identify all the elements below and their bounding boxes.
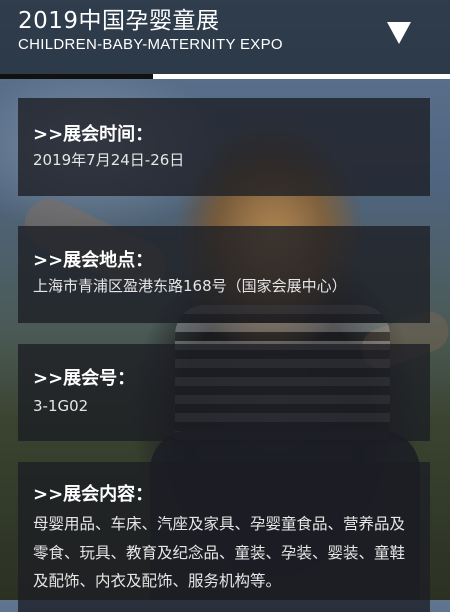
header-bar: 2019中国孕婴童展 CHILDREN-BABY-MATERNITY EXPO xyxy=(0,0,450,78)
card-value: 上海市青浦区盈港东路168号（国家会展中心） xyxy=(33,277,347,295)
info-card-booth: >>展会号： 3-1G02 xyxy=(18,344,430,441)
card-value: 母婴用品、车床、汽座及家具、孕婴童食品、营养品及零食、玩具、教育及纪念品、童装、… xyxy=(33,515,406,590)
page-title: 2019中国孕婴童展 xyxy=(18,8,220,34)
card-label: >>展会地点： xyxy=(33,250,154,271)
card-label: >>展会内容： xyxy=(33,484,154,505)
card-value: 3-1G02 xyxy=(33,397,89,415)
triangle-down-icon xyxy=(387,22,411,44)
info-card-venue: >>展会地点： 上海市青浦区盈港东路168号（国家会展中心） xyxy=(18,226,430,323)
menu-toggle-button[interactable] xyxy=(385,20,413,46)
card-label: >>展会时间： xyxy=(33,124,154,145)
card-value: 2019年7月24日-26日 xyxy=(33,151,185,169)
card-label: >>展会号： xyxy=(33,368,136,389)
page-subtitle: CHILDREN-BABY-MATERNITY EXPO xyxy=(18,36,283,53)
info-card-content: >>展会内容： 母婴用品、车床、汽座及家具、孕婴童食品、营养品及零食、玩具、教育… xyxy=(18,462,430,612)
info-card-time: >>展会时间： 2019年7月24日-26日 xyxy=(18,98,430,196)
progress-fill xyxy=(153,74,450,79)
